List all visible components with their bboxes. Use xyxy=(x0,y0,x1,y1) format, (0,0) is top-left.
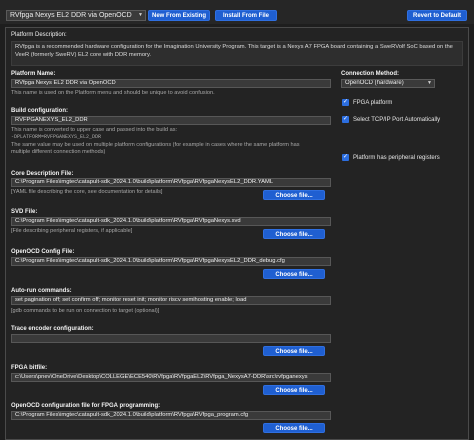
auto-run-label: Auto-run commands: xyxy=(11,288,72,294)
build-config-help-1: This name is converted to upper case and… xyxy=(11,127,178,133)
fpga-bitfile-choose-button[interactable]: Choose file... xyxy=(263,385,325,395)
fpga-bitfile-label: FPGA bitfile: xyxy=(11,365,48,371)
tcp-port-checkbox[interactable]: ✓ xyxy=(342,116,349,123)
build-config-help-3: The same value may be used on multiple p… xyxy=(11,142,300,148)
platform-description-label: Platform Description: xyxy=(11,32,67,38)
platform-config-panel: Platform Description: RVfpga is a recomm… xyxy=(5,27,469,440)
openocd-config-input[interactable]: C:\Program Files\imgtec\catapult-sdk_202… xyxy=(11,257,331,266)
svd-file-label: SVD File: xyxy=(11,209,38,215)
trace-encoder-input[interactable] xyxy=(11,334,331,343)
fpga-bitfile-input[interactable]: c:\Users\pnev\OneDrive\Desktop\COLLEGE\E… xyxy=(11,373,331,382)
build-config-label: Build configuration: xyxy=(11,108,68,114)
trace-encoder-choose-button[interactable]: Choose file... xyxy=(263,346,325,356)
svd-file-input[interactable]: C:\Program Files\imgtec\catapult-sdk_202… xyxy=(11,217,331,226)
install-from-file-button[interactable]: Install From File xyxy=(215,10,277,21)
fpga-platform-checkbox[interactable]: ✓ xyxy=(342,99,349,106)
connection-method-label: Connection Method: xyxy=(341,71,399,77)
platform-select-value: RVfpga Nexys EL2 DDR via OpenOCD xyxy=(10,12,132,19)
fpga-platform-label: FPGA platform xyxy=(353,100,393,106)
revert-to-default-button[interactable]: Revert to Default xyxy=(407,10,467,21)
platform-name-help: This name is used on the Platform menu a… xyxy=(11,90,215,96)
build-config-help-4: multiple different connection methods) xyxy=(11,149,106,155)
platform-description-text: RVfpga is a recommended hardware configu… xyxy=(11,41,463,66)
chevron-down-icon: ▼ xyxy=(138,12,143,18)
core-description-input[interactable]: C:\Program Files\imgtec\catapult-sdk_202… xyxy=(11,178,331,187)
connection-method-value: OpenOCD (hardware) xyxy=(345,80,404,86)
build-config-input[interactable]: RVFPGANEXYS_EL2_DDR xyxy=(11,116,331,125)
core-description-label: Core Description File: xyxy=(11,171,74,177)
peripheral-registers-label: Platform has peripheral registers xyxy=(353,155,440,161)
svd-file-choose-button[interactable]: Choose file... xyxy=(263,229,325,239)
platform-select[interactable]: RVfpga Nexys EL2 DDR via OpenOCD ▼ xyxy=(6,10,146,21)
openocd-fpga-choose-button[interactable]: Choose file... xyxy=(263,423,325,433)
core-description-help: [YAML file describing the core, see docu… xyxy=(11,189,163,195)
new-from-existing-button[interactable]: New From Existing xyxy=(148,10,210,21)
auto-run-help: [gdb commands to be run on connection to… xyxy=(11,308,160,314)
toolbar: RVfpga Nexys EL2 DDR via OpenOCD ▼ New F… xyxy=(0,0,474,24)
openocd-fpga-label: OpenOCD configuration file for FPGA prog… xyxy=(11,403,161,409)
platform-name-label: Platform Name: xyxy=(11,71,56,77)
auto-run-input[interactable]: set pagination off; set confirm off; mon… xyxy=(11,296,331,305)
openocd-fpga-input[interactable]: C:\Program Files\imgtec\catapult-sdk_202… xyxy=(11,411,331,420)
platform-name-input[interactable]: RVfpga Nexys EL2 DDR via OpenOCD xyxy=(11,79,331,88)
connection-method-select[interactable]: OpenOCD (hardware) ▼ xyxy=(341,79,435,88)
build-config-help-2: -DPLATFORM=RVFPGANEXYS_EL2_DDR xyxy=(11,134,102,140)
chevron-down-icon: ▼ xyxy=(427,80,432,86)
svd-file-help: [File describing peripheral registers, i… xyxy=(11,228,133,234)
core-description-choose-button[interactable]: Choose file... xyxy=(263,190,325,200)
openocd-config-label: OpenOCD Config File: xyxy=(11,249,75,255)
tcp-port-label: Select TCP/IP Port Automatically xyxy=(353,117,441,123)
openocd-config-choose-button[interactable]: Choose file... xyxy=(263,269,325,279)
peripheral-registers-checkbox[interactable]: ✓ xyxy=(342,154,349,161)
trace-encoder-label: Trace encoder configuration: xyxy=(11,326,94,332)
